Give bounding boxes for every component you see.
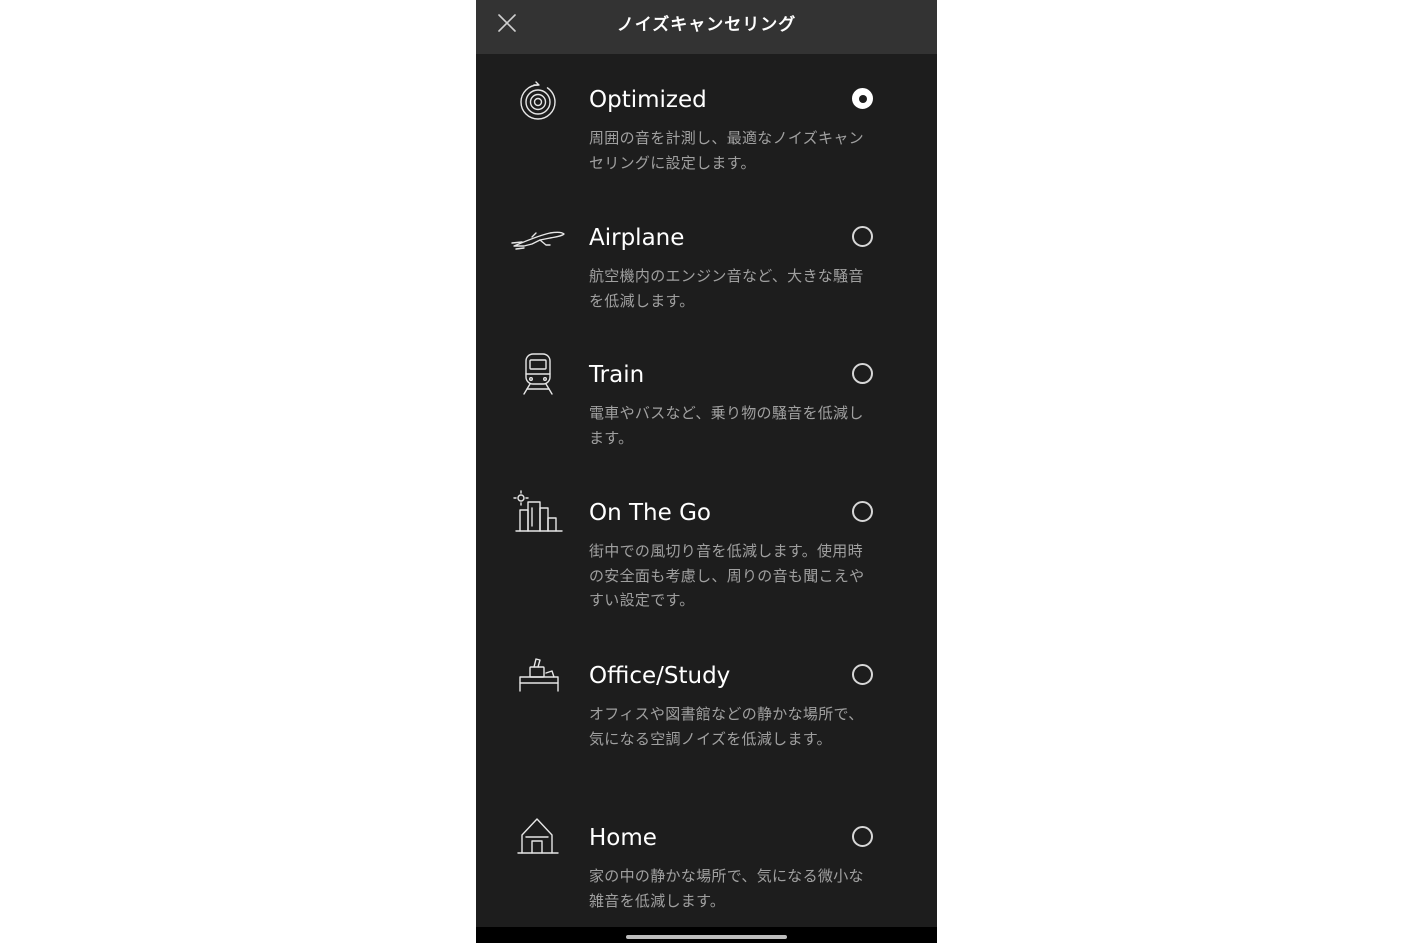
radio-button-selected[interactable]	[852, 88, 873, 109]
train-icon	[510, 353, 566, 406]
option-description: 周囲の音を計測し、最適なノイズキャンセリングに設定します。	[589, 129, 864, 172]
option-description: 街中での風切り音を低減します。使用時の安全面も考慮し、周りの音も聞こえやすい設定…	[589, 542, 865, 609]
radio-button[interactable]	[852, 363, 873, 384]
page-title: ノイズキャンセリング	[616, 15, 797, 35]
option-label: Airplane	[589, 225, 685, 251]
city-icon	[510, 490, 566, 544]
bottom-bar	[476, 927, 937, 943]
option-description: 航空機内のエンジン音など、大きな騒音を低減します。	[589, 267, 864, 310]
option-description: 家の中の静かな場所で、気になる微小な雑音を低減します。	[589, 867, 864, 910]
option-description: オフィスや図書館などの静かな場所で、気になる空調ノイズを低減します。	[589, 705, 864, 748]
home-indicator[interactable]	[626, 935, 787, 939]
option-label: On The Go	[589, 500, 711, 526]
option-label: Office/Study	[589, 663, 731, 689]
radio-button[interactable]	[852, 226, 873, 247]
option-label: Train	[589, 362, 645, 388]
header-bar: ノイズキャンセリング	[476, 0, 937, 54]
option-label: Optimized	[589, 87, 707, 113]
option-label: Home	[589, 825, 657, 851]
home-icon	[510, 818, 566, 869]
radio-button[interactable]	[852, 826, 873, 847]
office-desk-icon	[510, 658, 566, 707]
optimized-icon	[510, 81, 566, 131]
radio-button[interactable]	[852, 664, 873, 685]
option-description: 電車やバスなど、乗り物の騒音を低減します。	[589, 404, 864, 447]
noise-cancelling-screen: ノイズキャンセリング Optimized 周囲の音を計測し、最適なノイズキャンセ…	[476, 0, 937, 943]
radio-button[interactable]	[852, 501, 873, 522]
airplane-icon	[510, 223, 566, 269]
